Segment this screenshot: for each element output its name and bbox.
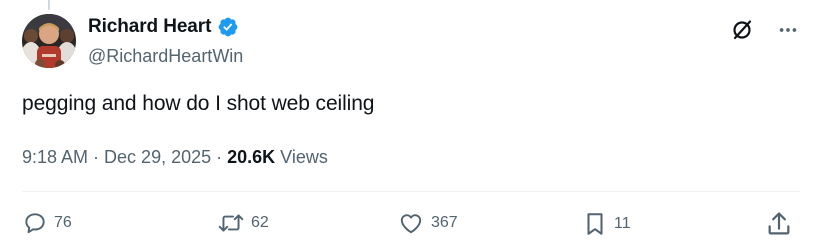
tweet-text: pegging and how do I shot web ceiling (22, 92, 375, 115)
tweet-meta: 9:18 AM · Dec 29, 2025 · 20.6K Views (22, 147, 328, 168)
verified-badge-icon[interactable] (217, 16, 239, 38)
thread-connector-line (48, 0, 50, 10)
tweet-date[interactable]: Dec 29, 2025 (104, 147, 211, 168)
tweet-time[interactable]: 9:18 AM (22, 147, 88, 168)
share-button[interactable] (765, 210, 793, 238)
avatar-image (22, 14, 76, 68)
retweet-button[interactable]: 62 (217, 210, 269, 236)
bookmark-count: 11 (614, 215, 631, 232)
avatar[interactable] (22, 14, 76, 68)
retweet-count: 62 (251, 214, 269, 231)
reply-icon (22, 210, 48, 236)
author-display-name[interactable]: Richard Heart (88, 16, 211, 38)
tweet-action-bar: 76 62 367 11 (22, 210, 800, 244)
divider (22, 191, 800, 192)
author-handle[interactable]: @RichardHeartWin (88, 46, 243, 67)
bookmark-button[interactable]: 11 (582, 210, 631, 238)
retweet-icon (217, 210, 245, 236)
bookmark-icon (582, 210, 608, 238)
like-button[interactable]: 367 (397, 210, 458, 236)
more-icon[interactable] (774, 16, 802, 44)
reply-button[interactable]: 76 (22, 210, 72, 236)
meta-separator: · (93, 147, 100, 167)
like-count: 367 (431, 214, 458, 231)
like-icon (397, 210, 425, 236)
meta-separator: · (216, 147, 223, 167)
author-name-row: Richard Heart (88, 16, 239, 38)
top-actions (728, 16, 802, 44)
grok-icon[interactable] (728, 16, 756, 44)
views-count: 20.6K (227, 147, 276, 167)
reply-count: 76 (54, 214, 72, 231)
views-label: Views (280, 147, 328, 167)
share-icon (765, 210, 793, 238)
